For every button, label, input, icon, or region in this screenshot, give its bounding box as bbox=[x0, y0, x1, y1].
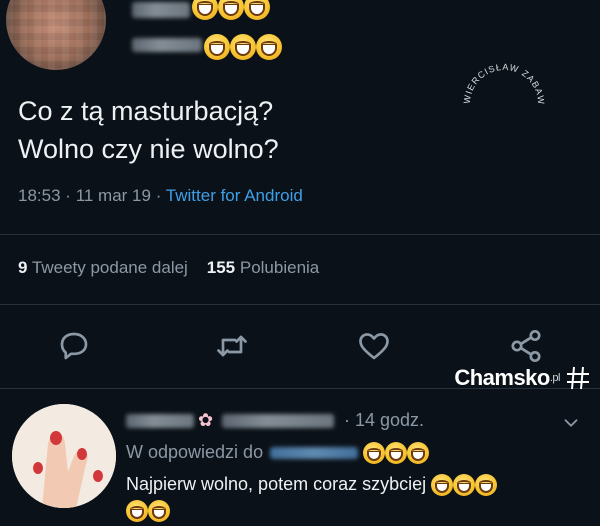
chevron-down-icon[interactable] bbox=[560, 412, 582, 434]
brand-tld: .pl bbox=[549, 372, 561, 384]
in-reply-to-label: W odpowiedzi do bbox=[126, 442, 264, 462]
laughing-emoji-icon bbox=[385, 442, 408, 465]
likes-count: 155 bbox=[206, 258, 236, 277]
laughing-emoji-icon bbox=[218, 0, 244, 20]
meta-separator: · bbox=[65, 186, 71, 205]
reply-text: Najpierw wolno, potem coraz szybciej bbox=[126, 474, 427, 494]
author-handle-blurred[interactable] bbox=[132, 38, 202, 52]
laughing-emoji-icon bbox=[148, 500, 170, 522]
watermark-text: WIERCISŁAW ZABAWNY bbox=[452, 44, 545, 106]
tweet-meta: 18:53 · 11 mar 19 · Twitter for Android bbox=[18, 186, 303, 206]
meta-separator: · bbox=[155, 186, 162, 205]
likes-label: Polubienia bbox=[239, 258, 320, 277]
tweet-client-link[interactable]: Twitter for Android bbox=[166, 186, 303, 205]
reply-icon[interactable] bbox=[56, 328, 92, 364]
brand-name: Chamsko bbox=[454, 365, 550, 390]
laughing-emoji-icon bbox=[407, 442, 430, 465]
laughing-emoji-icon bbox=[256, 34, 282, 60]
tweet-date: 11 mar 19 bbox=[75, 186, 151, 205]
svg-text:WIERCISŁAW ZABAWNY: WIERCISŁAW ZABAWNY bbox=[452, 44, 546, 106]
reply-time: · 14 godz. bbox=[344, 410, 425, 430]
brand-mark-icon bbox=[564, 364, 592, 392]
laughing-emoji-icon bbox=[363, 442, 386, 465]
replied-handle-blurred[interactable] bbox=[270, 447, 359, 460]
divider bbox=[0, 304, 600, 305]
laughing-emoji-icon bbox=[230, 34, 256, 60]
reply-to-line: W odpowiedzi do bbox=[126, 442, 430, 465]
reply-text-emojis bbox=[126, 500, 170, 522]
likes-stat[interactable]: 155 Polubienia bbox=[207, 258, 320, 277]
laughing-emoji-icon bbox=[204, 34, 230, 60]
retweets-stat[interactable]: 9 Tweety podane dalej bbox=[18, 258, 188, 277]
tweet-time: 18:53 bbox=[18, 186, 61, 205]
divider bbox=[0, 234, 600, 235]
tongue-emoji-icon bbox=[431, 474, 454, 497]
tweet-text: Co z tą masturbacją? Wolno czy nie wolno… bbox=[18, 96, 279, 164]
reply-text-line: Najpierw wolno, potem coraz szybciej bbox=[126, 474, 498, 497]
reply-author-avatar[interactable] bbox=[12, 404, 116, 508]
laughing-emoji-icon bbox=[192, 0, 218, 20]
author-name-emojis bbox=[192, 0, 270, 20]
reply-author-name[interactable]: ✿ bbox=[126, 410, 336, 434]
author-avatar[interactable] bbox=[6, 0, 106, 70]
laughing-emoji-icon bbox=[475, 474, 498, 497]
tweet-stats: 9 Tweety podane dalej 155 Polubienia bbox=[18, 258, 319, 278]
heart-icon[interactable] bbox=[356, 328, 392, 364]
laughing-emoji-icon bbox=[453, 474, 476, 497]
laughing-emoji-icon bbox=[126, 500, 148, 522]
flower-icon: ✿ bbox=[198, 410, 214, 430]
laughing-emoji-icon bbox=[244, 0, 270, 20]
site-watermark: Chamsko .pl bbox=[446, 360, 600, 396]
share-icon[interactable] bbox=[508, 328, 544, 364]
author-name-blurred[interactable] bbox=[132, 2, 190, 18]
watermark-logo: WIERCISŁAW ZABAWNY bbox=[452, 44, 546, 106]
author-handle-emojis bbox=[204, 34, 282, 60]
retweets-label: Tweety podane dalej bbox=[31, 258, 188, 277]
retweet-icon[interactable] bbox=[214, 328, 250, 364]
retweets-count: 9 bbox=[18, 258, 28, 277]
